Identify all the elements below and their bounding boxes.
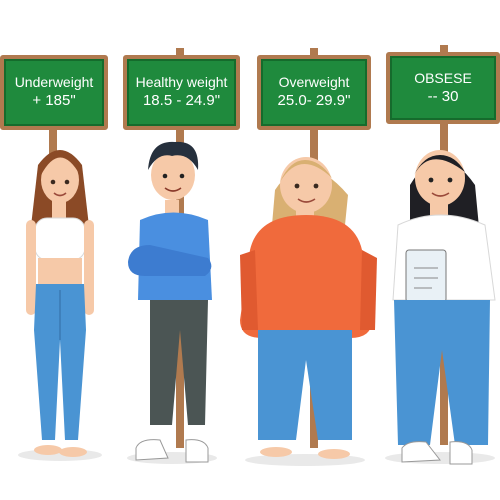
sign-healthy-weight-range: 18.5 - 24.9" [142,92,221,109]
person-healthy [128,141,212,463]
clipboard-icon [405,249,447,303]
sign-healthy-weight-title: Healthy weight [135,74,228,90]
sign-obese-range: -- 30 [427,87,459,105]
sign-overweight: Overweight 25.0- 29.9" [257,55,371,130]
sign-overweight-range: 25.0- 29.9" [277,92,351,109]
sign-underweight-title: Underweight [14,74,94,90]
sign-healthy-weight: Healthy weight 18.5 - 24.9" [123,55,240,130]
person-overweight [240,157,377,459]
sign-overweight-title: Overweight [278,74,350,90]
sign-underweight-range: + 185" [32,92,76,109]
sign-obese-title: OBSESE [414,69,472,86]
person-underweight [26,150,94,457]
sign-underweight: Underweight + 185" [0,55,108,130]
illustration-scene: Underweight + 185" Healthy weight 18.5 -… [0,0,500,500]
sign-obese: OBSESE -- 30 [386,52,500,124]
